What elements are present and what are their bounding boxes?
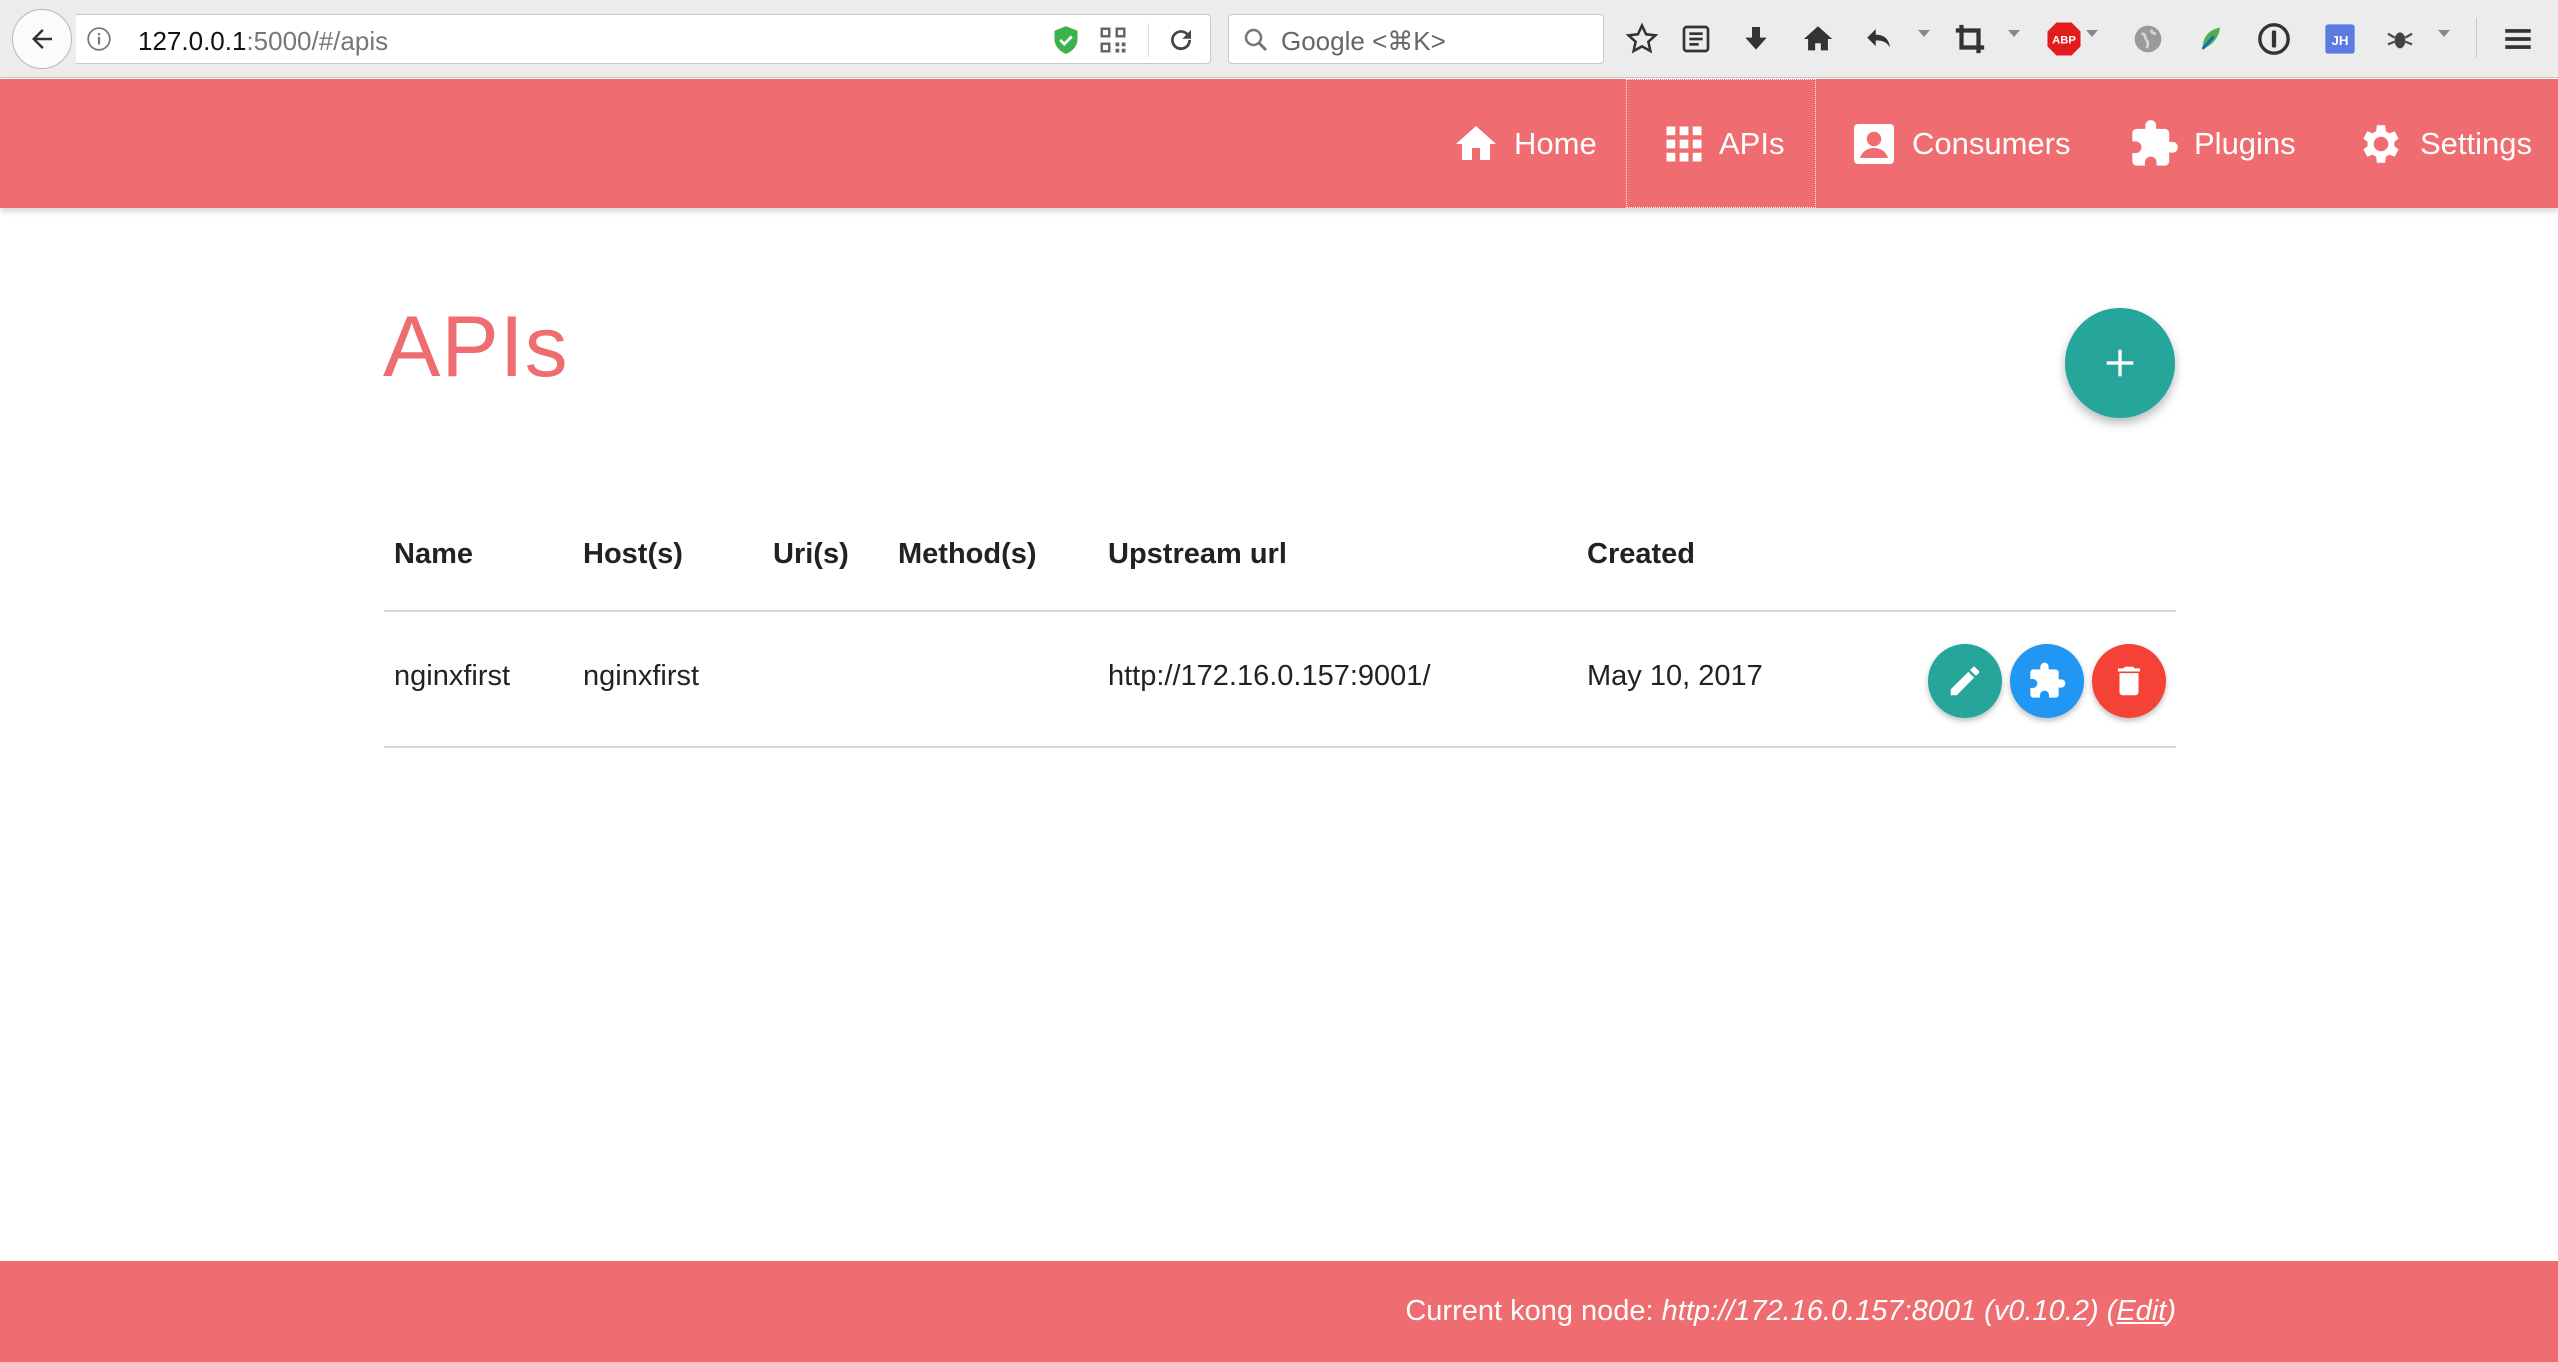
table-row: nginxfirst nginxfirst http://172.16.0.15… bbox=[384, 612, 2176, 748]
cell-name: nginxfirst bbox=[394, 660, 511, 692]
puzzle-icon bbox=[2132, 119, 2178, 166]
browser-toolbar: 127.0.0.1:5000/#/apis Google <⌘K> ABP JH bbox=[0, 0, 2558, 78]
shield-icon[interactable] bbox=[1052, 25, 1080, 55]
delete-button[interactable] bbox=[2092, 644, 2166, 718]
delete-icon bbox=[2117, 666, 2141, 696]
footer-node-info: Current kong node: http://172.16.0.157:8… bbox=[1405, 1295, 2176, 1328]
search-icon bbox=[1244, 28, 1268, 52]
apps-grid-icon bbox=[1666, 126, 1702, 161]
column-header-hosts: Host(s) bbox=[583, 538, 683, 570]
back-arrow-icon bbox=[32, 29, 52, 49]
adblock-label: ABP bbox=[2052, 35, 2076, 47]
url-host: 127.0.0.1 bbox=[138, 26, 247, 56]
cell-hosts: nginxfirst bbox=[583, 660, 700, 692]
edit-button[interactable] bbox=[1928, 644, 2002, 718]
adblock-icon[interactable]: ABP bbox=[2044, 19, 2084, 59]
home-icon[interactable] bbox=[1798, 19, 1838, 59]
edit-icon bbox=[1950, 666, 1980, 696]
globe-icon[interactable] bbox=[2128, 19, 2168, 59]
plugin-icon bbox=[2030, 662, 2066, 698]
nav-settings-label: Settings bbox=[2420, 125, 2533, 161]
table-header: Name Host(s) Uri(s) Method(s) Upstream u… bbox=[384, 530, 2176, 612]
cell-created: May 10, 2017 bbox=[1587, 660, 1763, 692]
url-divider bbox=[1148, 23, 1149, 57]
nav-settings[interactable]: Settings bbox=[2356, 79, 2532, 208]
page-title: APIs bbox=[383, 299, 569, 395]
star-icon[interactable] bbox=[1622, 19, 1662, 59]
reload-icon[interactable] bbox=[1166, 25, 1196, 55]
jh-icon[interactable]: JH bbox=[2320, 19, 2360, 59]
nav-plugins[interactable]: Plugins bbox=[2128, 79, 2296, 208]
nav-apis-label: APIs bbox=[1719, 125, 1785, 161]
gear-icon bbox=[2363, 124, 2399, 163]
leaf-icon[interactable] bbox=[2190, 19, 2230, 59]
search-bar[interactable]: Google <⌘K> bbox=[1228, 14, 1604, 64]
info-icon[interactable] bbox=[86, 26, 112, 52]
adblock-menu-caret[interactable] bbox=[2086, 30, 2098, 37]
column-header-uris: Uri(s) bbox=[773, 538, 849, 570]
menu-icon[interactable] bbox=[2498, 19, 2538, 59]
home-icon bbox=[1456, 125, 1496, 160]
add-api-button[interactable] bbox=[2065, 308, 2175, 418]
undo-menu-caret[interactable] bbox=[1918, 30, 1930, 37]
nav-home-label: Home bbox=[1514, 125, 1597, 161]
download-icon[interactable] bbox=[1736, 19, 1776, 59]
footer-version: (v0.10.2) ( bbox=[1976, 1295, 2117, 1327]
column-header-name: Name bbox=[394, 538, 473, 570]
crop-menu-caret[interactable] bbox=[2008, 30, 2020, 37]
nav-apis[interactable]: APIs bbox=[1626, 79, 1816, 208]
plugins-button[interactable] bbox=[2010, 644, 2084, 718]
nav-consumers-label: Consumers bbox=[1912, 125, 2071, 161]
column-header-methods: Method(s) bbox=[898, 538, 1037, 570]
footer-node-url: http://172.16.0.157:8001 bbox=[1661, 1295, 1977, 1327]
crop-icon[interactable] bbox=[1950, 19, 1990, 59]
qr-code-icon[interactable] bbox=[1098, 25, 1128, 55]
nav-plugins-label: Plugins bbox=[2194, 125, 2296, 161]
footer-edit-link[interactable]: Edit bbox=[2116, 1295, 2166, 1327]
address-bar[interactable]: 127.0.0.1:5000/#/apis bbox=[76, 14, 1211, 64]
nav-home[interactable]: Home bbox=[1452, 79, 1597, 208]
bug-menu-caret[interactable] bbox=[2438, 30, 2450, 37]
cell-upstream-url: http://172.16.0.157:9001/ bbox=[1108, 660, 1431, 692]
toolbar-divider bbox=[2476, 18, 2477, 58]
account-box-icon bbox=[1854, 123, 1894, 164]
apis-table: Name Host(s) Uri(s) Method(s) Upstream u… bbox=[384, 530, 2176, 748]
footer-suffix: ) bbox=[2166, 1295, 2176, 1327]
column-header-upstream-url: Upstream url bbox=[1108, 538, 1287, 570]
nav-consumers[interactable]: Consumers bbox=[1850, 79, 2071, 208]
url-path: :5000/#/apis bbox=[246, 26, 389, 56]
plus-icon bbox=[2106, 349, 2134, 377]
footer-prefix: Current kong node: bbox=[1405, 1295, 1662, 1327]
password-icon[interactable] bbox=[2254, 19, 2294, 59]
undo-icon[interactable] bbox=[1860, 19, 1900, 59]
footer: Current kong node: http://172.16.0.157:8… bbox=[0, 1261, 2558, 1362]
url-text[interactable]: 127.0.0.1:5000/#/apis bbox=[138, 26, 388, 57]
back-button[interactable] bbox=[12, 9, 72, 69]
column-header-created: Created bbox=[1587, 538, 1695, 570]
reader-icon[interactable] bbox=[1676, 19, 1716, 59]
search-placeholder: Google <⌘K> bbox=[1281, 26, 1446, 56]
app-header: Home APIs Consumers Plugins Settings bbox=[0, 79, 2558, 208]
jh-label: JH bbox=[2331, 33, 2348, 48]
bug-icon[interactable] bbox=[2380, 19, 2420, 59]
